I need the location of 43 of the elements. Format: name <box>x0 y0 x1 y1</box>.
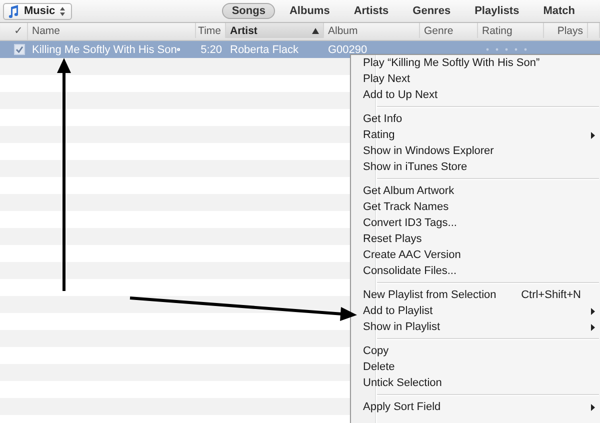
view-tab[interactable]: Genres <box>402 3 461 19</box>
view-tab[interactable]: Songs <box>222 3 276 19</box>
view-tab[interactable]: Artists <box>344 3 399 19</box>
menu-item[interactable]: Copy <box>351 343 600 359</box>
column-header[interactable]: ✓ <box>0 23 28 38</box>
menu-item[interactable]: Play “Killing Me Softly With His Son” <box>351 55 600 71</box>
menu-item[interactable]: Play Next <box>351 71 600 87</box>
menu-item[interactable]: New Playlist from Selection Ctrl+Shift+N <box>351 287 600 303</box>
menu-item[interactable]: Create AAC Version <box>351 247 600 263</box>
sort-ascending-icon <box>312 28 319 34</box>
track-checkbox[interactable] <box>14 44 25 55</box>
library-dropdown[interactable]: Music <box>3 2 72 20</box>
view-tab[interactable]: Albums <box>279 3 340 19</box>
menu-item[interactable]: Get Album Artwork <box>351 183 600 199</box>
column-header[interactable]: Artist <box>226 23 324 38</box>
song-artist: Roberta Flack <box>229 44 300 56</box>
column-header[interactable]: Album <box>324 23 420 38</box>
menu-item[interactable]: Show in Playlist <box>351 319 600 335</box>
menu-item[interactable]: Rating <box>351 127 600 143</box>
song-time: 5:20 <box>200 44 223 56</box>
menu-item[interactable]: Delete <box>351 359 600 375</box>
menu-item[interactable]: Apply Sort Field <box>351 399 600 415</box>
menu-item[interactable]: Add to Playlist <box>351 303 600 319</box>
menu-item[interactable]: Get Info <box>351 111 600 127</box>
menu-item[interactable]: Reset Plays <box>351 231 600 247</box>
view-tab[interactable]: Match <box>533 3 585 19</box>
song-name: Killing Me Softly With His Son <box>32 44 177 56</box>
column-header[interactable]: Genre <box>420 23 478 38</box>
view-tab[interactable]: Playlists <box>464 3 530 19</box>
column-header[interactable]: Name <box>28 23 196 38</box>
menu-item[interactable]: Show in iTunes Store <box>351 159 600 175</box>
column-header[interactable]: Rating <box>478 23 544 38</box>
menu-item[interactable]: Show in Windows Explorer <box>351 143 600 159</box>
menu-item[interactable]: Convert ID3 Tags... <box>351 215 600 231</box>
menu-item[interactable]: Add to Up Next <box>351 87 600 103</box>
menu-item[interactable]: Get Track Names <box>351 199 600 215</box>
stepper-icon <box>60 6 66 16</box>
music-note-icon <box>8 4 19 18</box>
song-album: G00290 <box>327 44 368 56</box>
menu-item[interactable]: Untick Selection <box>351 375 600 391</box>
column-header[interactable]: Plays <box>544 23 588 38</box>
shortcut-text: Ctrl+Shift+N <box>521 289 581 301</box>
menu-item[interactable]: Consolidate Files... <box>351 263 600 279</box>
